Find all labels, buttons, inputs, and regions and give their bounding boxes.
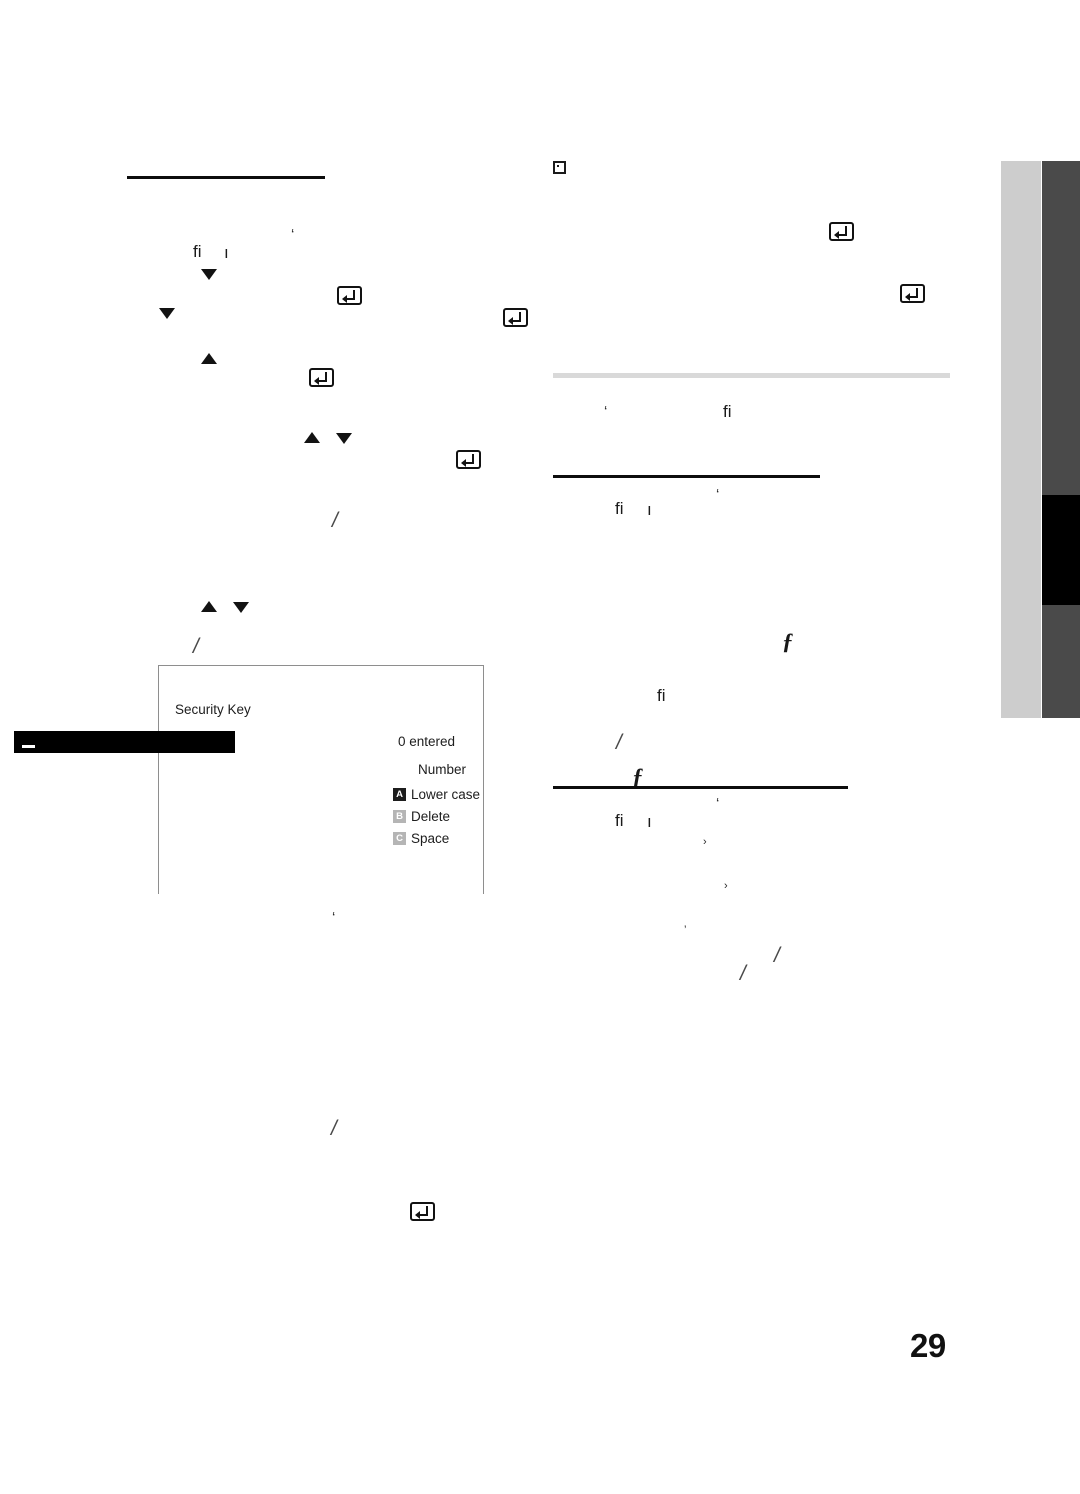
index-tab-dark-strip[interactable]: [1042, 161, 1080, 718]
orphan-glyph-fi: fi: [615, 499, 624, 518]
enter-key-icon: [456, 450, 481, 469]
orphan-glyph-fi: fi: [657, 686, 666, 705]
square-bullet-icon: [553, 161, 566, 174]
left-heading-rule: [127, 176, 325, 179]
orphan-glyph-fi: fi: [723, 402, 732, 421]
triangle-down-icon: [233, 602, 249, 613]
index-tab-active[interactable]: [1042, 495, 1080, 605]
enter-key-icon: [503, 308, 528, 327]
manual-page: ‘ fi ı ‘ / / / Security Key 0 entered Nu…: [0, 0, 1080, 1494]
right-heading-rule-1: [553, 475, 820, 478]
osd-title: Security Key: [175, 702, 251, 717]
triangle-down-icon: [336, 433, 352, 444]
right-heading-rule-2: [553, 786, 848, 789]
orphan-glyph-guillemet-1: ›: [703, 836, 707, 848]
orphan-glyph-slash: /: [616, 731, 622, 754]
page-number: 29: [910, 1327, 946, 1364]
security-key-entry-screen: Security Key: [158, 665, 484, 894]
orphan-glyph-dotlessi: ı: [647, 812, 652, 831]
section-divider: [553, 373, 950, 378]
enter-key-icon: [309, 368, 334, 387]
color-key-delete[interactable]: B Delete: [393, 809, 450, 824]
enter-key-icon: [829, 222, 854, 241]
orphan-glyph-fi: fi: [193, 242, 202, 261]
key-badge-c: C: [393, 832, 406, 845]
key-badge-a: A: [393, 788, 406, 801]
orphan-glyph-apostrophe: ’: [684, 924, 687, 936]
color-key-space[interactable]: C Space: [393, 831, 449, 846]
color-key-label: Lower case: [411, 787, 481, 802]
security-key-input[interactable]: [14, 731, 235, 753]
color-key-label: Space: [411, 831, 450, 846]
orphan-glyph-dotlessi: ı: [647, 500, 652, 519]
triangle-up-icon: [201, 601, 217, 612]
orphan-glyph-quote: ‘: [291, 226, 295, 243]
triangle-up-icon: [304, 432, 320, 443]
enter-key-icon: [337, 286, 362, 305]
orphan-glyph-quote-2: ‘: [332, 909, 336, 926]
orphan-glyph-guillemet-2: ›: [724, 880, 728, 892]
orphan-glyph-slash-2: /: [332, 509, 338, 532]
index-tab-light-strip[interactable]: [1001, 161, 1041, 718]
orphan-glyph-quote: ‘: [604, 403, 608, 420]
orphan-glyph-quote: ‘: [716, 795, 720, 812]
color-key-label: Delete: [411, 809, 451, 824]
orphan-glyph-slash-1: /: [331, 1117, 337, 1140]
text-caret: [22, 745, 35, 748]
enter-key-icon: [900, 284, 925, 303]
orphan-glyph-dotlessi: ı: [224, 243, 229, 262]
orphan-glyph-slash-3: /: [193, 635, 199, 658]
orphan-glyph-florin-1: ƒ: [782, 629, 794, 654]
index-tab-strip: [1001, 161, 1080, 718]
triangle-up-icon: [201, 353, 217, 364]
key-badge-b: B: [393, 810, 406, 823]
triangle-down-icon: [159, 308, 175, 319]
color-key-lower-case[interactable]: A Lower case: [393, 787, 480, 802]
triangle-down-icon: [201, 269, 217, 280]
enter-key-icon: [410, 1202, 435, 1221]
input-mode-label: Number: [418, 762, 467, 777]
orphan-glyph-quote: ‘: [716, 486, 720, 503]
orphan-glyph-fi: fi: [615, 811, 624, 830]
entered-count-label: 0 entered: [398, 734, 456, 749]
orphan-glyph-slash: /: [740, 962, 746, 985]
orphan-glyph-slash: /: [774, 944, 780, 967]
orphan-glyph-florin-2: ƒ: [632, 764, 644, 789]
